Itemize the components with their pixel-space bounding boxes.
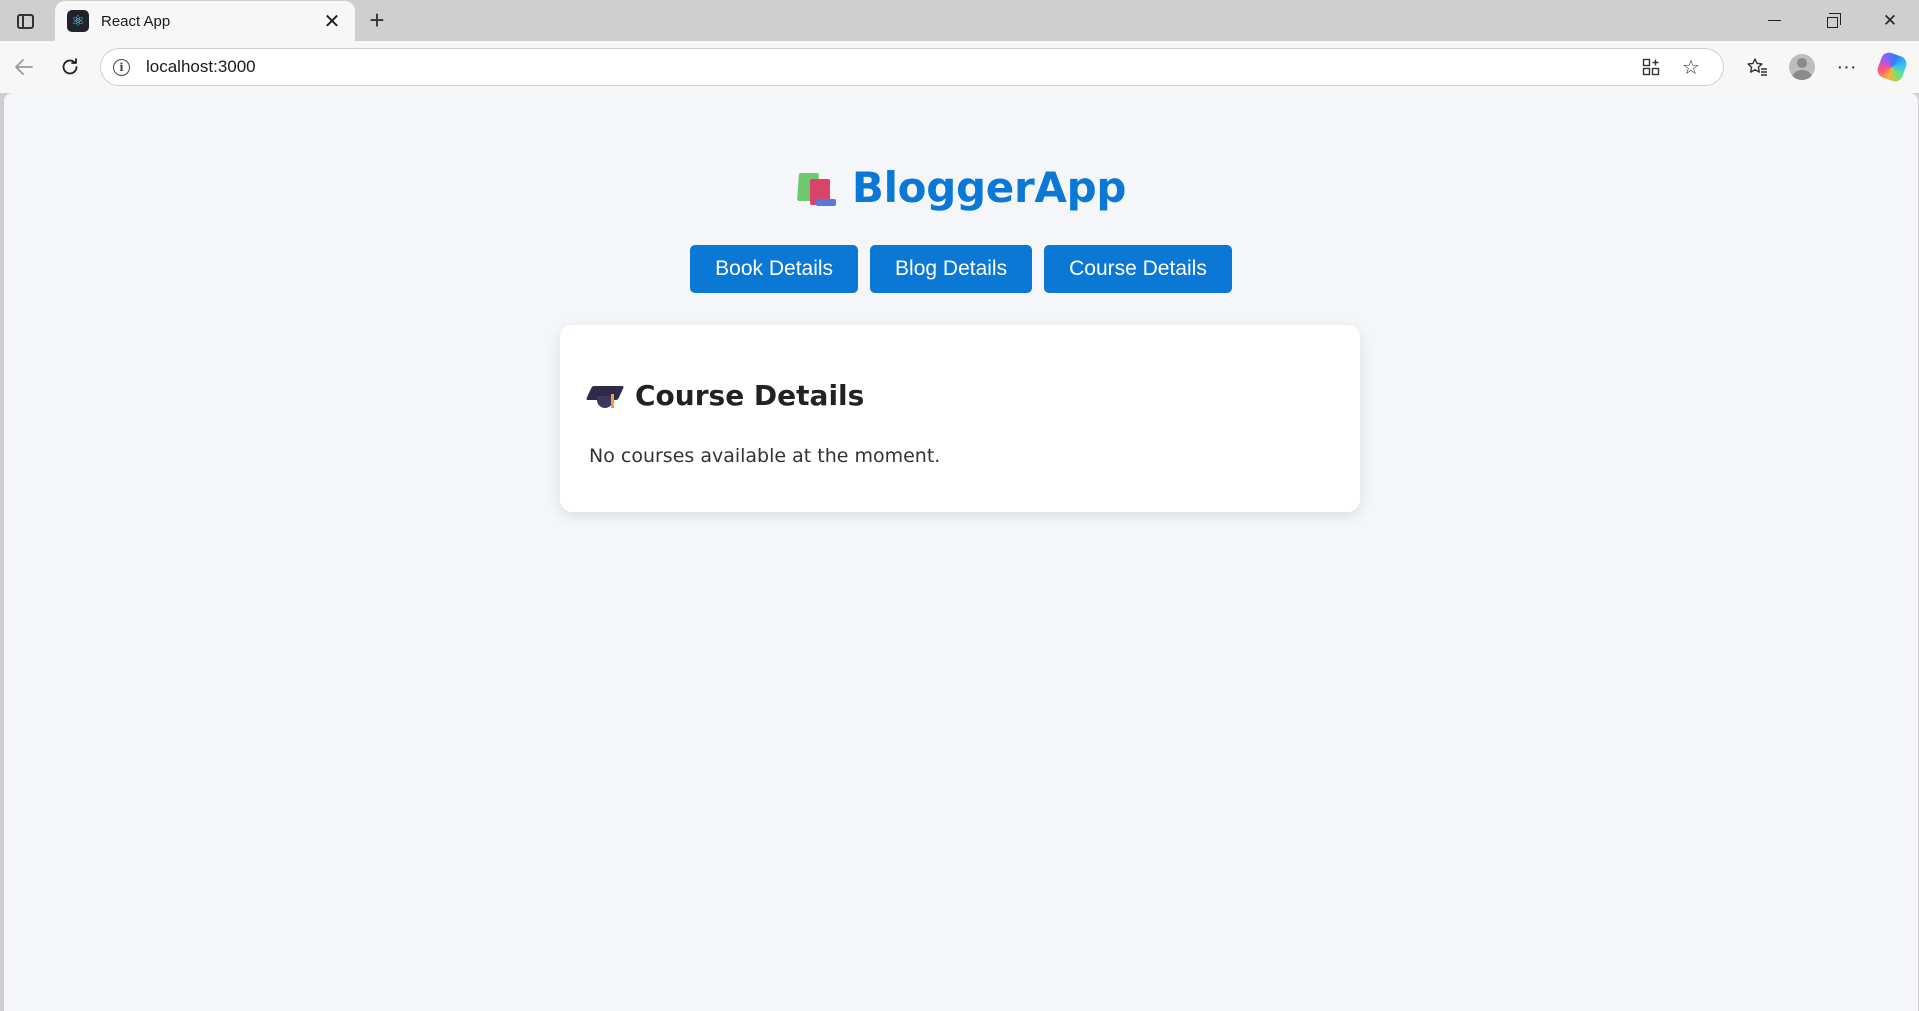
favorites-icon[interactable] xyxy=(1734,50,1779,84)
nav-buttons: Book Details Blog Details Course Details xyxy=(4,245,1918,293)
restore-button[interactable] xyxy=(1803,0,1861,41)
back-arrow-icon[interactable] xyxy=(6,50,42,84)
browser-tab-active[interactable]: ⚛ React App ✕ xyxy=(55,1,355,41)
app-title: BloggerApp xyxy=(851,163,1127,212)
empty-state-message: No courses available at the moment. xyxy=(589,445,941,467)
restore-icon xyxy=(1826,13,1841,28)
minimize-icon xyxy=(1767,20,1781,21)
star-icon[interactable]: ☆ xyxy=(1671,51,1711,83)
app-available-icon[interactable] xyxy=(1631,51,1671,83)
close-window-button[interactable]: ✕ xyxy=(1861,0,1919,41)
address-bar[interactable]: i localhost:3000 ☆ xyxy=(100,48,1724,86)
avatar-icon[interactable] xyxy=(1779,50,1824,84)
sidebar-toggle-icon[interactable] xyxy=(10,8,40,34)
tab-title: React App xyxy=(101,12,171,30)
graduation-cap-icon xyxy=(585,382,625,410)
close-window-icon: ✕ xyxy=(1882,10,1898,30)
close-icon[interactable]: ✕ xyxy=(321,10,343,33)
plus-icon[interactable]: + xyxy=(362,5,392,35)
books-icon xyxy=(796,169,838,207)
copilot-icon[interactable] xyxy=(1869,50,1914,84)
card-heading: Course Details xyxy=(585,379,865,412)
toolbar-right: ··· xyxy=(1734,50,1914,84)
react-icon: ⚛ xyxy=(67,10,89,32)
book-details-button[interactable]: Book Details xyxy=(690,245,859,293)
browser-toolbar: i localhost:3000 ☆ ··· xyxy=(0,41,1919,93)
section-title: Course Details xyxy=(635,379,865,412)
course-details-button[interactable]: Course Details xyxy=(1044,245,1232,293)
address-url[interactable]: localhost:3000 xyxy=(146,57,1631,77)
tab-strip: ⚛ React App ✕ + ✕ xyxy=(0,0,1919,41)
page-viewport: BloggerApp Book Details Blog Details Cou… xyxy=(4,93,1918,1011)
reload-icon[interactable] xyxy=(52,50,88,84)
info-icon[interactable]: i xyxy=(113,58,130,76)
window-controls: ✕ xyxy=(1745,0,1919,41)
more-icon[interactable]: ··· xyxy=(1824,50,1869,84)
blog-details-button[interactable]: Blog Details xyxy=(870,245,1033,293)
app-header: BloggerApp xyxy=(4,163,1918,212)
minimize-button[interactable] xyxy=(1745,0,1803,41)
course-details-card: Course Details No courses available at t… xyxy=(560,325,1360,512)
